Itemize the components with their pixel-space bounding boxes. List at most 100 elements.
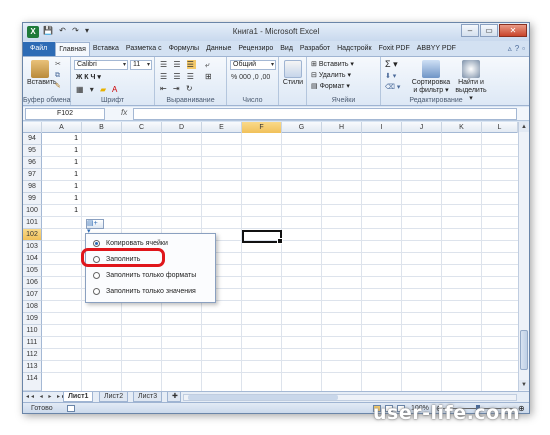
macro-record-icon[interactable] — [67, 405, 75, 412]
font-size-combo[interactable]: 11 — [130, 60, 152, 70]
column-header-selected[interactable]: F — [242, 122, 282, 133]
paste-button[interactable]: Вставить — [27, 60, 57, 87]
tab-view[interactable]: Вид — [277, 42, 297, 56]
column-header[interactable]: C — [122, 122, 162, 133]
delete-cells-button[interactable]: ⊟ Удалить ▾ — [311, 71, 351, 80]
row-header[interactable]: 106 — [23, 277, 42, 289]
vertical-scrollbar[interactable]: ▲ ▼ — [518, 122, 529, 391]
format-painter-icon[interactable]: ✎ — [55, 82, 61, 91]
sort-filter-button[interactable]: Сортировка и фильтр ▾ — [411, 60, 451, 95]
number-format-buttons[interactable]: % 000 ,0 ,00 — [231, 73, 270, 82]
row-header[interactable]: 110 — [23, 325, 42, 337]
ribbon-collapse-icon[interactable]: ▵ — [508, 42, 512, 56]
row-header[interactable]: 107 — [23, 289, 42, 301]
row-header[interactable]: 109 — [23, 313, 42, 325]
cut-icon[interactable]: ✂ — [55, 60, 61, 69]
worksheet-grid[interactable]: 94 95 96 97 98 99 100 101 102 103 104 10… — [23, 133, 518, 391]
column-header[interactable]: I — [362, 122, 402, 133]
row-header[interactable]: 95 — [23, 145, 42, 157]
column-header[interactable]: E — [202, 122, 242, 133]
cell-a95[interactable]: 1 — [42, 145, 81, 157]
row-header[interactable]: 105 — [23, 265, 42, 277]
cell-a98[interactable]: 1 — [42, 181, 81, 193]
select-all-corner[interactable] — [23, 122, 42, 133]
horizontal-scrollbar[interactable] — [183, 394, 517, 401]
cell-a94[interactable]: 1 — [42, 133, 81, 145]
row-header[interactable]: 104 — [23, 253, 42, 265]
horizontal-align-icons[interactable]: ☰ ☰ ☰ — [160, 72, 196, 81]
sheet-tab-2[interactable]: Лист2 — [99, 392, 129, 402]
column-header[interactable]: J — [402, 122, 442, 133]
font-name-combo[interactable]: Calibri — [74, 60, 128, 70]
column-header[interactable]: H — [322, 122, 362, 133]
autosum-button[interactable]: Σ ▾ — [385, 60, 398, 69]
cell-a97[interactable]: 1 — [42, 169, 81, 181]
formula-input[interactable] — [133, 108, 517, 120]
column-header[interactable]: G — [282, 122, 322, 133]
tab-formulas[interactable]: Формулы — [166, 42, 203, 56]
row-header[interactable]: 94 — [23, 133, 42, 145]
scroll-down-icon[interactable]: ▼ — [519, 380, 529, 390]
option-fill-values-only[interactable]: Заполнить только значения — [90, 285, 215, 298]
active-cell-f102[interactable] — [242, 230, 283, 244]
merge-cells-icon[interactable]: ⊞ — [205, 72, 214, 81]
tab-review[interactable]: Рецензиро — [235, 42, 277, 56]
row-header[interactable]: 101 — [23, 217, 42, 229]
row-header[interactable]: 111 — [23, 337, 42, 349]
column-header[interactable]: D — [162, 122, 202, 133]
tab-addins[interactable]: Надстройк — [334, 42, 376, 56]
row-header[interactable]: 96 — [23, 157, 42, 169]
row-header[interactable]: 98 — [23, 181, 42, 193]
row-header[interactable]: 114 — [23, 373, 42, 391]
option-fill-formats-only[interactable]: Заполнить только форматы — [90, 269, 215, 282]
sheet-tab-1[interactable]: Лист1 — [63, 392, 94, 402]
number-format-combo[interactable]: Общий — [230, 60, 276, 70]
clear-icon[interactable]: ⌫ ▾ — [385, 83, 400, 92]
tab-data[interactable]: Данные — [203, 42, 235, 56]
tab-abbyy-pdf[interactable]: ABBYY PDF — [414, 42, 460, 56]
column-header[interactable]: B — [82, 122, 122, 133]
row-header[interactable]: 112 — [23, 349, 42, 361]
insert-sheet-icon[interactable]: ✚ — [167, 392, 181, 402]
fx-icon[interactable]: fx — [121, 108, 127, 117]
row-header[interactable]: 97 — [23, 169, 42, 181]
row-header[interactable]: 108 — [23, 301, 42, 313]
styles-button[interactable]: Стили — [281, 60, 305, 87]
row-header[interactable]: 103 — [23, 241, 42, 253]
row-header-selected[interactable]: 102 — [23, 229, 42, 241]
window-restore-icon[interactable]: ▫ — [522, 42, 525, 56]
close-icon[interactable]: ✕ — [499, 24, 527, 37]
row-header[interactable]: 99 — [23, 193, 42, 205]
borders-fill-color-icons[interactable]: ▦ ▾ ▰ A — [76, 85, 119, 94]
tab-page-layout[interactable]: Разметка с — [123, 42, 166, 56]
tab-home[interactable]: Главная — [55, 42, 90, 56]
scroll-up-icon[interactable]: ▲ — [519, 122, 529, 132]
tab-insert[interactable]: Вставка — [90, 42, 123, 56]
row-header[interactable]: 100 — [23, 205, 42, 217]
copy-icon[interactable]: ⧉ — [55, 71, 60, 80]
row-header[interactable]: 113 — [23, 361, 42, 373]
tab-file[interactable]: Файл — [23, 42, 56, 56]
name-box[interactable]: F102 — [25, 108, 105, 120]
scroll-thumb[interactable] — [520, 330, 528, 370]
sheet-tab-3[interactable]: Лист3 — [133, 392, 163, 402]
font-style-buttons[interactable]: Ж К Ч ▾ — [76, 73, 101, 82]
maximize-icon[interactable]: ▭ — [480, 24, 498, 37]
wrap-text-icon[interactable]: ⤶ — [205, 60, 211, 70]
autofill-options-button[interactable]: ▤+ ▾ — [86, 219, 104, 235]
insert-cells-button[interactable]: ⊞ Вставить ▾ — [311, 60, 354, 69]
cell-a100[interactable]: 1 — [42, 205, 81, 217]
cell-a96[interactable]: 1 — [42, 157, 81, 169]
column-header[interactable]: K — [442, 122, 482, 133]
indent-icons[interactable]: ⇤ ⇥ ↻ — [160, 84, 195, 93]
cell-a99[interactable]: 1 — [42, 193, 81, 205]
tab-foxit-pdf[interactable]: Foxit PDF — [376, 42, 414, 56]
minimize-icon[interactable]: – — [461, 24, 479, 37]
vertical-align-icons[interactable]: ☰ ☰ ☰ — [160, 60, 196, 69]
help-icon[interactable]: ? — [515, 42, 519, 56]
column-header[interactable]: A — [42, 122, 82, 133]
fill-icon[interactable]: ⬇ ▾ — [385, 72, 396, 81]
column-header[interactable]: L — [482, 122, 518, 133]
format-cells-button[interactable]: ▤ Формат ▾ — [311, 82, 350, 91]
horizontal-scroll-thumb[interactable] — [188, 395, 338, 400]
